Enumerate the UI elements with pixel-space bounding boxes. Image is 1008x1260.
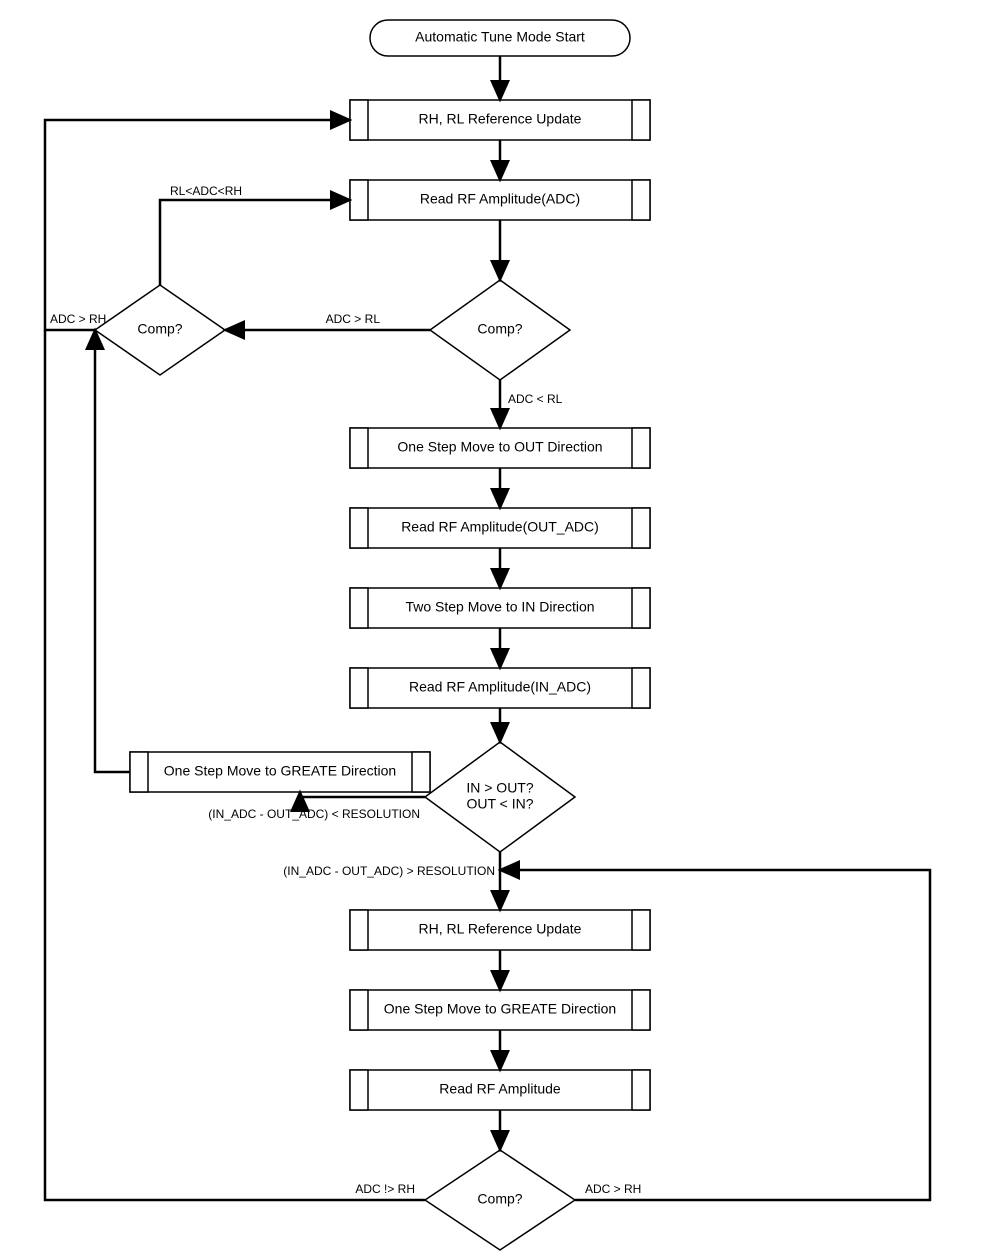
read1-label: Read RF Amplitude(ADC): [420, 191, 580, 207]
in2-label: Two Step Move to IN Direction: [405, 599, 594, 615]
greate2-label: One Step Move to GREATE Direction: [384, 1001, 616, 1017]
greate1-label: One Step Move to GREATE Direction: [164, 763, 396, 779]
comp2-label: Comp?: [137, 321, 182, 337]
out1-node: One Step Move to OUT Direction: [350, 428, 650, 468]
edge-label-e7: ADC !> RH: [355, 1182, 415, 1196]
start-label: Automatic Tune Mode Start: [415, 29, 585, 45]
read2-node: Read RF Amplitude(OUT_ADC): [350, 508, 650, 548]
read4-label: Read RF Amplitude: [439, 1081, 561, 1097]
comp3a-label: IN > OUT?: [466, 780, 534, 796]
edge-greate1-loop: [95, 330, 130, 772]
edge-label-e1: ADC > RL: [326, 312, 381, 326]
greate1-node: One Step Move to GREATE Direction: [130, 752, 430, 792]
comp3b-label: OUT < IN?: [466, 796, 533, 812]
comp4-node: Comp?: [425, 1150, 575, 1250]
comp4-label: Comp?: [477, 1191, 522, 1207]
ref2-label: RH, RL Reference Update: [419, 921, 582, 937]
edge-label-e5: (IN_ADC - OUT_ADC) < RESOLUTION: [208, 807, 420, 821]
comp1-label: Comp?: [477, 321, 522, 337]
read1-node: Read RF Amplitude(ADC): [350, 180, 650, 220]
read4-node: Read RF Amplitude: [350, 1070, 650, 1110]
edge-comp2-ref1: [45, 120, 350, 330]
greate2-node: One Step Move to GREATE Direction: [350, 990, 650, 1030]
edge-label-e8: ADC > RH: [585, 1182, 641, 1196]
edge-comp2-read1: [160, 200, 350, 285]
comp1-node: Comp?: [430, 280, 570, 380]
read2-label: Read RF Amplitude(OUT_ADC): [401, 519, 599, 535]
out1-label: One Step Move to OUT Direction: [397, 439, 602, 455]
start-node: Automatic Tune Mode Start: [370, 20, 630, 56]
ref2-node: RH, RL Reference Update: [350, 910, 650, 950]
comp2-node: Comp?: [95, 285, 225, 375]
ref1-node: RH, RL Reference Update: [350, 100, 650, 140]
read3-node: Read RF Amplitude(IN_ADC): [350, 668, 650, 708]
ref1-label: RH, RL Reference Update: [419, 111, 582, 127]
edge-label-e6: (IN_ADC - OUT_ADC) > RESOLUTION: [283, 864, 495, 878]
edge-label-e2: ADC < RL: [508, 392, 563, 406]
edge-label-e3: RL<ADC<RH: [170, 184, 242, 198]
read3-label: Read RF Amplitude(IN_ADC): [409, 679, 591, 695]
comp3-node: IN > OUT? OUT < IN?: [425, 742, 575, 852]
edge-label-e4: ADC > RH: [50, 312, 106, 326]
in2-node: Two Step Move to IN Direction: [350, 588, 650, 628]
